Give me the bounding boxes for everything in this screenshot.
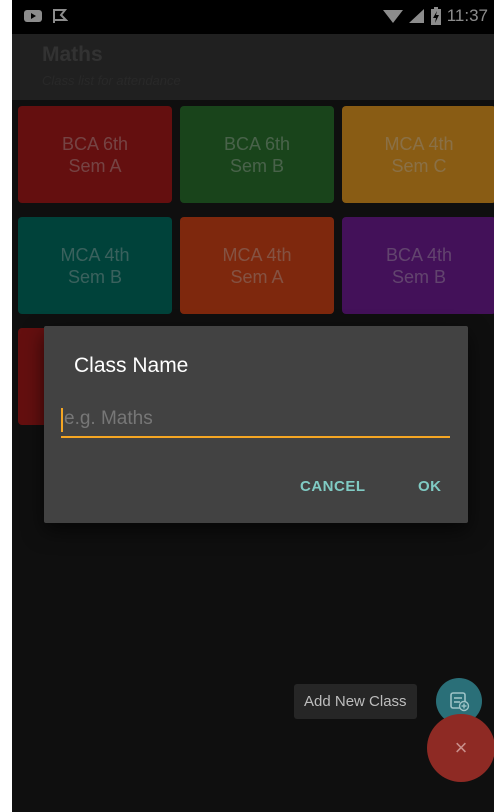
- app-screen: 11:37 Maths Class list for attendance BC…: [12, 0, 494, 812]
- dialog-title: Class Name: [74, 354, 189, 377]
- cancel-button[interactable]: CANCEL: [300, 478, 366, 495]
- class-name-dialog: Class Name e.g. Maths CANCEL OK: [44, 326, 468, 523]
- add-new-class-label[interactable]: Add New Class: [294, 684, 417, 719]
- add-list-icon: [450, 692, 470, 712]
- text-cursor: [61, 408, 63, 432]
- ok-button[interactable]: OK: [418, 478, 442, 495]
- class-name-input-placeholder: e.g. Maths: [64, 408, 153, 429]
- class-name-input[interactable]: e.g. Maths: [61, 406, 450, 438]
- close-fab-menu-button[interactable]: ×: [427, 714, 494, 782]
- close-icon: ×: [454, 735, 468, 760]
